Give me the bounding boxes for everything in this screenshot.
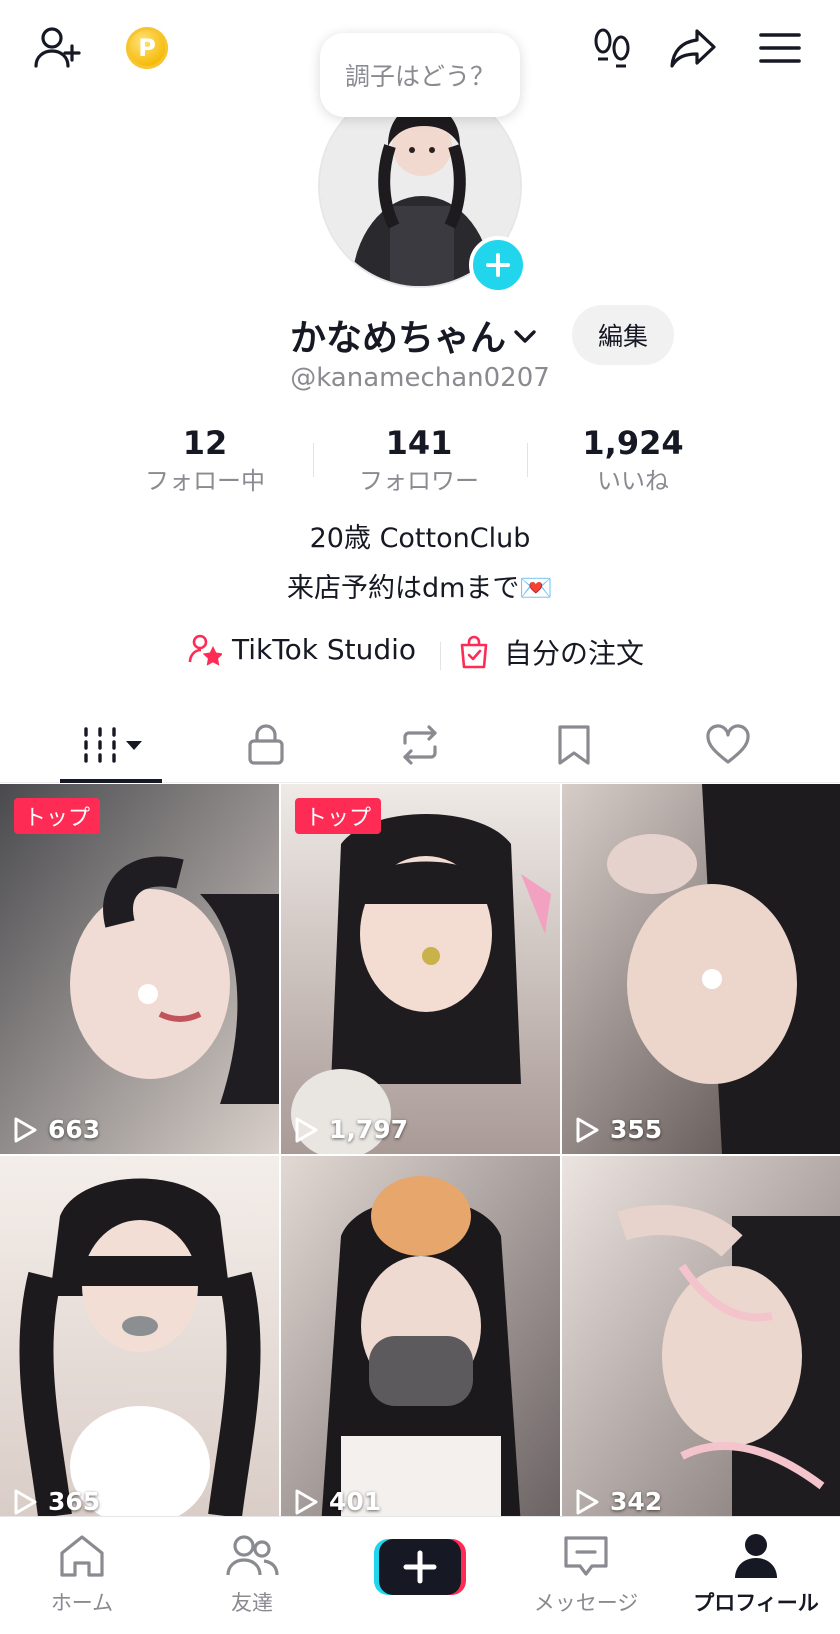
hamburger-menu-icon[interactable] xyxy=(752,22,808,74)
tab-videos[interactable] xyxy=(51,707,171,783)
status-bubble-text: 調子はどう？ xyxy=(344,62,495,91)
nav-home[interactable]: ホーム xyxy=(2,1517,162,1634)
top-badge: トップ xyxy=(295,798,382,834)
plus-icon xyxy=(486,253,510,277)
profile-name[interactable]: かなめちゃん xyxy=(290,309,506,361)
nav-profile[interactable]: プロフィール xyxy=(676,1517,836,1634)
profile-stats: 12 フォロー中 141 フォロワー 1,924 いいね xyxy=(0,423,840,503)
view-count-value: 1,797 xyxy=(329,1115,409,1144)
bio-line-1: 20歳 CottonClub xyxy=(309,523,531,554)
stat-divider xyxy=(313,443,314,477)
shopping-bag-icon xyxy=(460,635,488,669)
chevron-down-icon[interactable] xyxy=(510,321,540,351)
stat-label: フォロワー xyxy=(359,467,479,495)
active-tab-indicator xyxy=(60,779,162,783)
play-icon xyxy=(295,1489,318,1514)
studio-person-star-icon xyxy=(188,634,222,666)
play-icon xyxy=(295,1117,318,1142)
profile-name-row: かなめちゃん 編集 xyxy=(0,305,840,365)
tiktok-studio-label: TikTok Studio xyxy=(232,632,417,666)
view-count-value: 355 xyxy=(610,1115,663,1144)
repost-icon xyxy=(403,725,437,765)
person-plus-icon[interactable] xyxy=(30,22,86,74)
view-count: 342 xyxy=(574,1487,662,1516)
profile-links: TikTok Studio 自分の注文 xyxy=(0,632,840,680)
tab-private[interactable] xyxy=(206,707,326,783)
profile-icon xyxy=(676,1531,836,1581)
tab-liked[interactable] xyxy=(668,707,788,783)
coin-icon[interactable]: P xyxy=(126,27,168,69)
tab-reposts[interactable] xyxy=(360,707,480,783)
play-icon xyxy=(576,1489,599,1514)
stat-following[interactable]: 12 フォロー中 xyxy=(105,423,305,499)
bio-line-2: 来店予約はdmまで💌 xyxy=(286,573,554,604)
video-thumbnail[interactable]: 401 xyxy=(281,1156,560,1526)
my-orders-label: 自分の注文 xyxy=(504,637,645,670)
grid-videos-icon xyxy=(84,727,142,763)
profile-handle: @kanamechan0207 xyxy=(290,363,550,393)
view-count: 663 xyxy=(12,1115,100,1144)
coin-letter: P xyxy=(138,34,156,62)
stat-value: 12 xyxy=(182,424,228,462)
nav-friends[interactable]: 友達 xyxy=(172,1517,332,1634)
thumbnail-image xyxy=(281,784,560,1154)
bottom-navigation: ホーム 友達 メッセージ プロフィール xyxy=(0,1516,840,1634)
share-arrow-icon[interactable] xyxy=(666,22,722,74)
add-avatar-button[interactable] xyxy=(469,236,527,294)
view-count: 1,797 xyxy=(293,1115,408,1144)
tab-saved[interactable] xyxy=(514,707,634,783)
links-divider xyxy=(440,642,441,670)
top-badge: トップ xyxy=(14,798,101,834)
nav-label: ホーム xyxy=(50,1591,114,1615)
stat-divider xyxy=(527,443,528,477)
nav-label: 友達 xyxy=(231,1591,273,1615)
thumbnail-image xyxy=(281,1156,560,1526)
view-count-value: 401 xyxy=(329,1487,382,1516)
lock-icon xyxy=(248,724,284,765)
friends-icon xyxy=(172,1531,332,1581)
video-thumbnail[interactable]: 342 xyxy=(562,1156,840,1526)
play-icon xyxy=(576,1117,599,1142)
stat-value: 1,924 xyxy=(582,424,684,462)
stat-likes[interactable]: 1,924 いいね xyxy=(533,423,733,499)
thumbnail-image xyxy=(0,784,279,1154)
thumbnail-image xyxy=(562,1156,840,1526)
nav-label: プロフィール xyxy=(693,1591,819,1615)
stat-followers[interactable]: 141 フォロワー xyxy=(319,423,519,499)
view-count-value: 365 xyxy=(48,1487,101,1516)
view-count: 365 xyxy=(12,1487,100,1516)
tiktok-studio-link[interactable]: TikTok Studio xyxy=(188,632,416,666)
view-count: 401 xyxy=(293,1487,381,1516)
view-count-value: 342 xyxy=(610,1487,663,1516)
stat-label: フォロー中 xyxy=(145,467,265,495)
create-plus-icon[interactable] xyxy=(374,1537,466,1597)
stat-value: 141 xyxy=(385,424,453,462)
content-tabs xyxy=(0,707,840,783)
nav-messages[interactable]: メッセージ xyxy=(506,1517,666,1634)
view-count-value: 663 xyxy=(48,1115,101,1144)
video-thumbnail[interactable]: トップ 1,797 xyxy=(281,784,560,1154)
video-thumbnail[interactable]: トップ 663 xyxy=(0,784,279,1154)
stat-label: いいね xyxy=(597,467,669,495)
footprints-icon[interactable] xyxy=(584,22,640,74)
video-thumbnail[interactable]: 365 xyxy=(0,1156,279,1526)
my-orders-link[interactable]: 自分の注文 xyxy=(458,632,644,672)
thumbnail-image xyxy=(562,784,840,1154)
heart-icon xyxy=(706,724,750,764)
message-icon xyxy=(506,1531,666,1581)
play-icon xyxy=(14,1117,37,1142)
status-bubble[interactable]: 調子はどう？ xyxy=(320,33,520,117)
thumbnail-image xyxy=(0,1156,279,1526)
bookmark-icon xyxy=(558,725,590,765)
home-icon xyxy=(2,1531,162,1581)
play-icon xyxy=(14,1489,37,1514)
video-thumbnail[interactable]: 355 xyxy=(562,784,840,1154)
view-count: 355 xyxy=(574,1115,662,1144)
nav-label: メッセージ xyxy=(533,1591,639,1615)
edit-profile-button[interactable]: 編集 xyxy=(572,305,674,365)
